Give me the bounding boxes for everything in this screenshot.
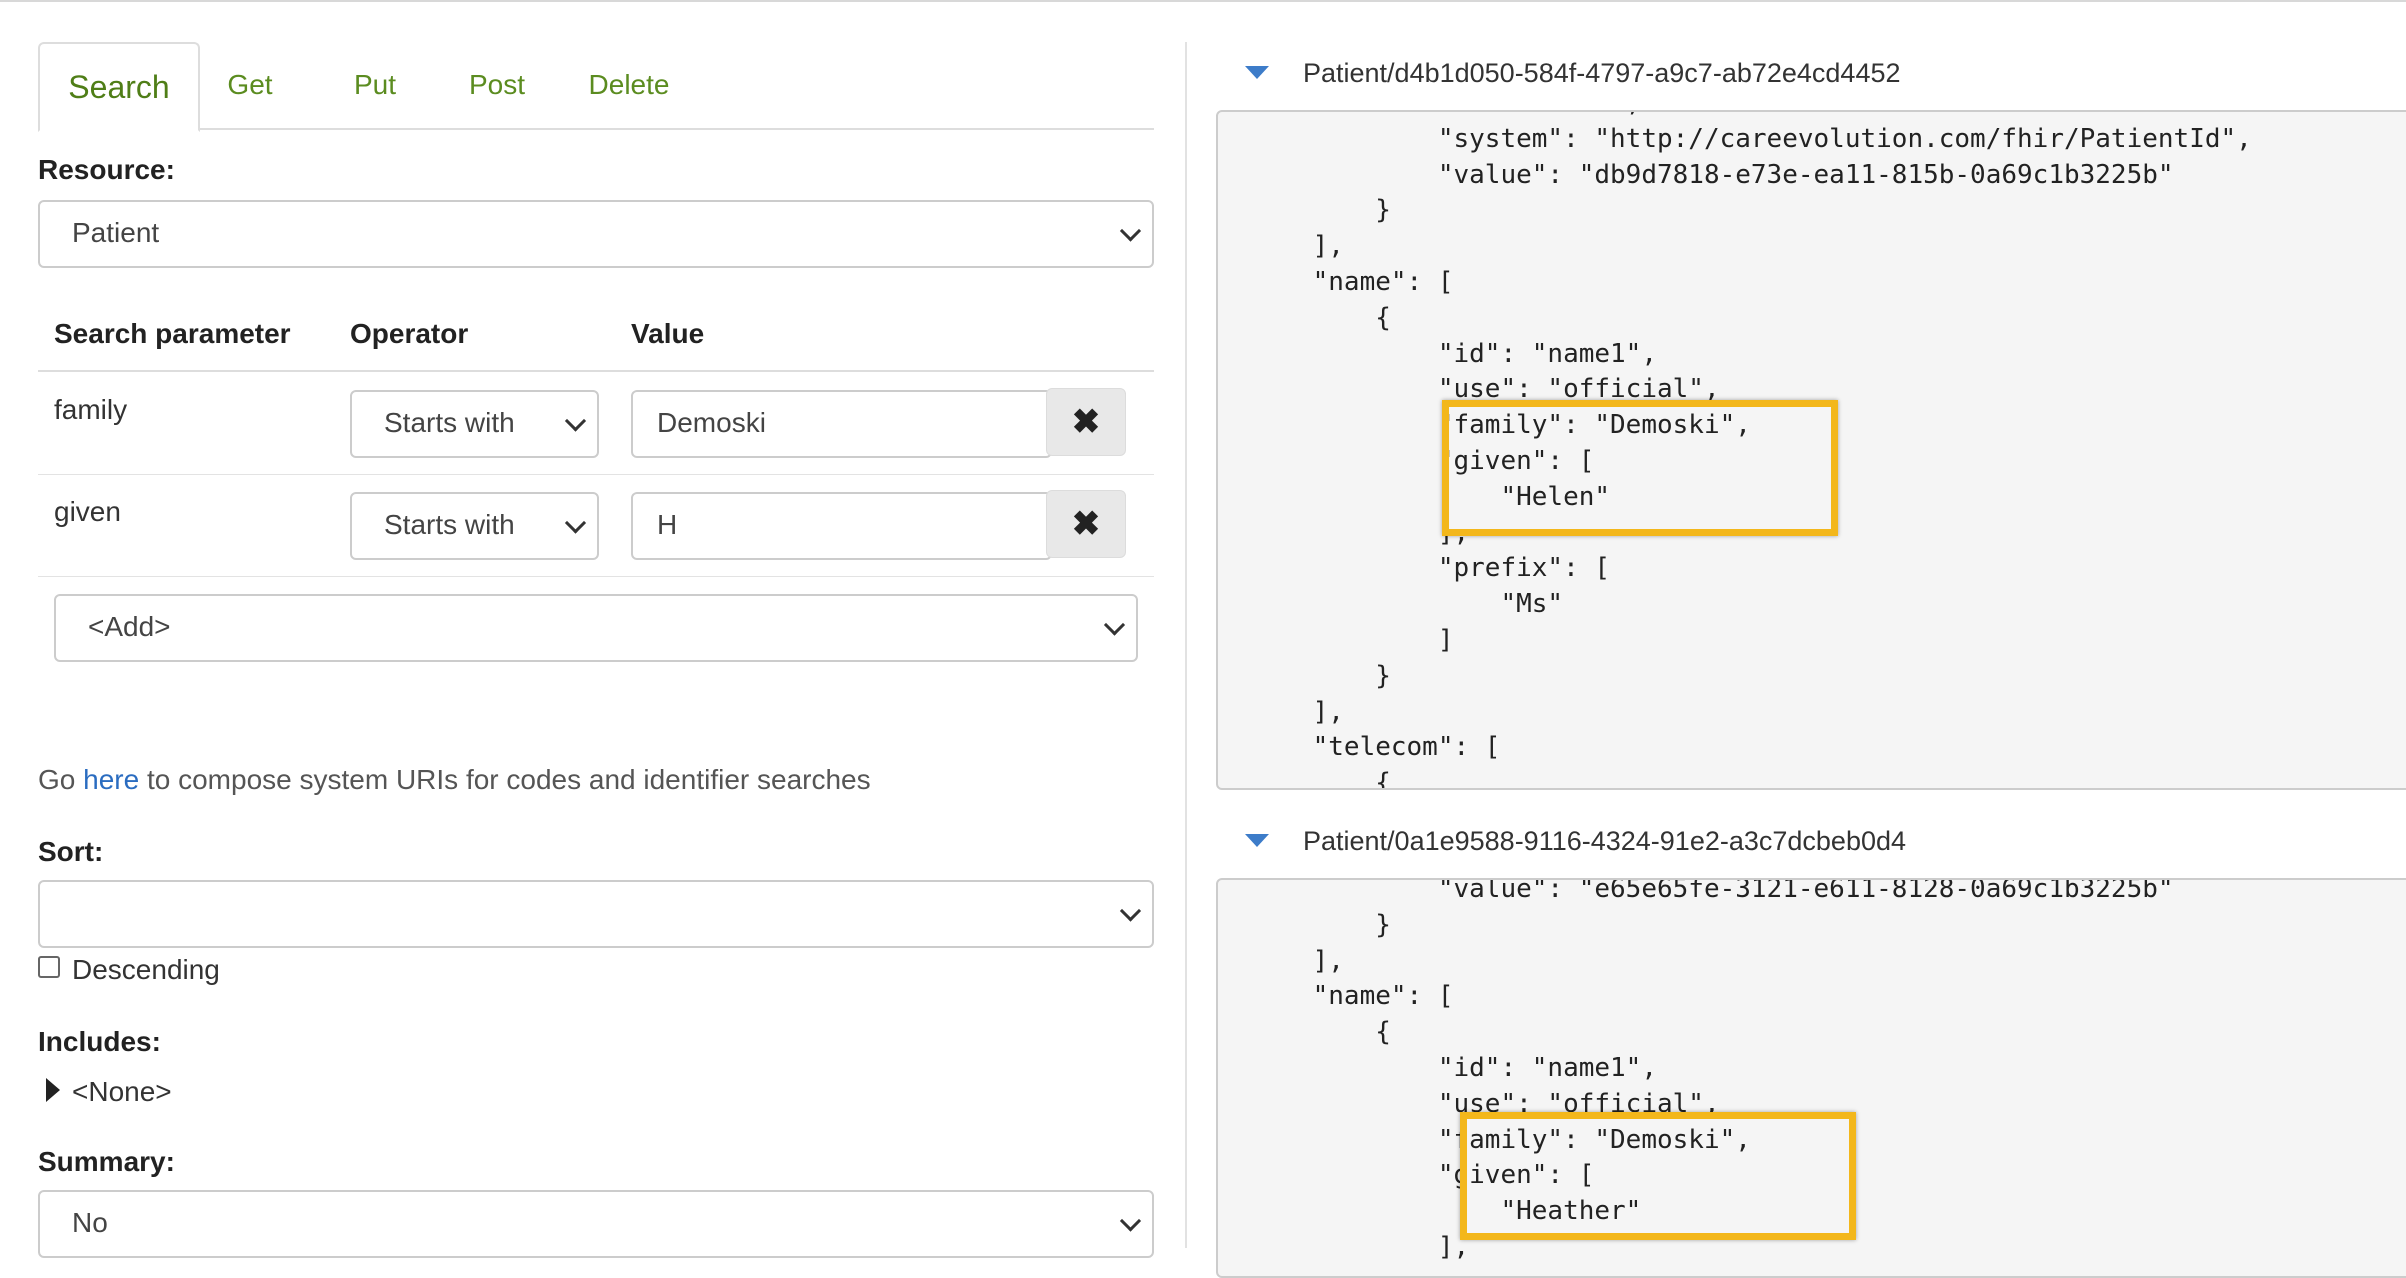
json-line: "name": [ — [1250, 267, 1454, 297]
json-line: ], — [1250, 517, 1470, 548]
json-line: { — [1250, 302, 1391, 333]
chevron-down-icon — [564, 512, 587, 534]
remove-family-button[interactable]: ✖ — [1046, 388, 1126, 456]
top-border — [0, 0, 2406, 2]
json-line: "id": "id23", — [1250, 112, 1642, 118]
json-line: ], — [1250, 945, 1344, 976]
result-1-highlight — [1442, 400, 1838, 536]
operation-tabs: Search Get Put Post Delete — [38, 42, 1154, 132]
result-2-title[interactable]: Patient/0a1e9588-9116-4324-91e2-a3c7dcbe… — [1303, 826, 1906, 857]
tab-put[interactable]: Put — [350, 42, 400, 128]
json-line: "value": "db9d7818-e73e-ea11-815b-0a69c1… — [1250, 159, 2174, 190]
add-parameter-value: <Add> — [88, 611, 171, 642]
json-line: { — [1250, 1017, 1391, 1048]
help-suffix: to compose system URIs for codes and ide… — [139, 764, 871, 795]
json-line: "telecom": [ — [1250, 732, 1501, 763]
operator-header: Operator — [350, 318, 469, 349]
operator-select-value: Starts with — [384, 509, 515, 540]
resource-select[interactable]: Patient — [38, 200, 1154, 268]
remove-given-button[interactable]: ✖ — [1046, 490, 1126, 558]
json-line: "id": "name1", — [1250, 338, 1657, 369]
close-icon: ✖ — [1071, 505, 1101, 543]
includes-value[interactable]: <None> — [72, 1076, 172, 1108]
tab-get[interactable]: Get — [220, 42, 280, 128]
chevron-down-icon — [1119, 220, 1142, 242]
chevron-down-icon — [564, 410, 587, 432]
operator-select-value: Starts with — [384, 407, 515, 438]
json-line: "value": "e65e65fe-3121-e611-8128-0a69c1… — [1250, 878, 2174, 904]
json-line: "id": "name1", — [1250, 1053, 1657, 1083]
json-line: ], — [1250, 1232, 1470, 1262]
json-line: } — [1250, 660, 1391, 691]
result-2-highlight — [1460, 1112, 1856, 1240]
json-line: "Ms" — [1250, 589, 1564, 620]
tab-search[interactable]: Search — [38, 42, 200, 132]
json-line: } — [1250, 909, 1391, 940]
param-family: family — [54, 394, 128, 425]
search-panel: Search Get Put Post Delete Resource: Pat… — [38, 42, 1154, 1258]
descending-checkbox[interactable] — [38, 956, 60, 978]
json-line: ], — [1250, 696, 1344, 727]
close-icon: ✖ — [1071, 403, 1101, 441]
param-given: given — [54, 496, 121, 527]
json-line: ] — [1250, 625, 1454, 655]
compose-uri-link[interactable]: here — [83, 764, 139, 795]
result-1-title[interactable]: Patient/d4b1d050-584f-4797-a9c7-ab72e4cd… — [1303, 58, 1901, 89]
help-prefix: Go — [38, 764, 84, 795]
resource-select-value: Patient — [72, 217, 160, 248]
operator-select-given[interactable]: Starts with — [350, 492, 599, 560]
panel-divider — [1185, 42, 1187, 1248]
resource-label: Resource: — [38, 154, 175, 185]
json-line: { — [1250, 768, 1391, 790]
table-header-divider — [38, 370, 1154, 372]
chevron-down-icon — [1119, 1210, 1142, 1232]
collapse-result-1-icon[interactable] — [1245, 66, 1269, 79]
search-parameter-header: Search parameter — [54, 318, 291, 349]
value-header: Value — [631, 318, 705, 349]
value-input-family[interactable]: Demoski — [631, 390, 1052, 458]
json-line: "name": [ — [1250, 981, 1454, 1012]
json-line: } — [1250, 195, 1391, 226]
chevron-down-icon — [1103, 614, 1126, 636]
row-divider — [38, 474, 1154, 475]
expand-includes-icon[interactable] — [46, 1078, 60, 1102]
value-input-given[interactable]: H — [631, 492, 1052, 560]
summary-label: Summary: — [38, 1146, 175, 1177]
add-parameter-select[interactable]: <Add> — [54, 594, 1138, 662]
sort-select[interactable] — [38, 880, 1154, 948]
collapse-result-2-icon[interactable] — [1245, 834, 1269, 847]
operator-select-family[interactable]: Starts with — [350, 390, 599, 458]
tab-delete[interactable]: Delete — [584, 42, 674, 128]
json-line: "system": "http://careevolution.com/fhir… — [1250, 123, 2252, 154]
includes-label: Includes: — [38, 1026, 161, 1057]
json-line: ], — [1250, 231, 1344, 262]
descending-label: Descending — [72, 954, 220, 985]
tab-post[interactable]: Post — [462, 42, 532, 128]
sort-label: Sort: — [38, 836, 104, 867]
summary-select-value: No — [72, 1207, 108, 1238]
help-text: Go here to compose system URIs for codes… — [38, 764, 871, 796]
json-line: "prefix": [ — [1250, 553, 1611, 584]
row-divider — [38, 576, 1154, 577]
chevron-down-icon — [1119, 900, 1142, 922]
